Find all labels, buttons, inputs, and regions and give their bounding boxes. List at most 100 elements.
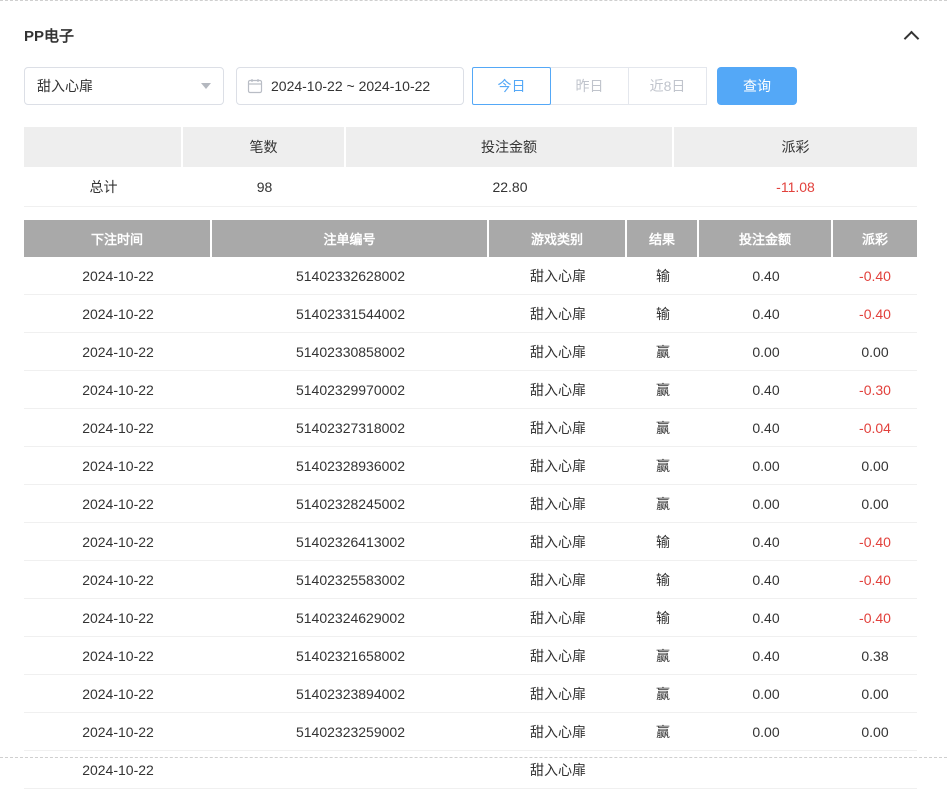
table-row: 2024-10-2251402324629002甜入心扉输0.40-0.40 bbox=[24, 599, 917, 637]
cell-order_id: 51402326413002 bbox=[212, 523, 489, 560]
cell-order_id: 51402325583002 bbox=[212, 561, 489, 598]
table-header-cell: 下注时间 bbox=[24, 220, 212, 257]
query-button[interactable]: 查询 bbox=[717, 67, 797, 105]
cell-payout: -0.40 bbox=[833, 257, 917, 294]
cell-date: 2024-10-22 bbox=[24, 447, 212, 484]
cell-payout: -0.40 bbox=[833, 523, 917, 560]
cell-result: 输 bbox=[627, 599, 699, 636]
top-dashed-divider bbox=[0, 0, 947, 1]
table-row: 2024-10-2251402329970002甜入心扉赢0.40-0.30 bbox=[24, 371, 917, 409]
calendar-icon bbox=[247, 78, 263, 94]
cell-bet: 0.40 bbox=[699, 561, 833, 598]
table-row: 2024-10-2251402328245002甜入心扉赢0.000.00 bbox=[24, 485, 917, 523]
cell-game: 甜入心扉 bbox=[489, 447, 627, 484]
filter-bar: 甜入心扉 2024-10-22 ~ 2024-10-22 今日昨日近8日 查询 bbox=[24, 67, 917, 105]
cell-bet: 0.40 bbox=[699, 409, 833, 446]
summary-payout: -11.08 bbox=[674, 167, 917, 206]
cell-bet: 0.40 bbox=[699, 257, 833, 294]
bets-table: 下注时间注单编号游戏类别结果投注金额派彩 2024-10-22514023326… bbox=[24, 220, 917, 789]
cell-game: 甜入心扉 bbox=[489, 371, 627, 408]
cell-date: 2024-10-22 bbox=[24, 295, 212, 332]
quick-filter-today[interactable]: 今日 bbox=[472, 67, 551, 105]
table-row: 2024-10-2251402328936002甜入心扉赢0.000.00 bbox=[24, 447, 917, 485]
table-header-cell: 派彩 bbox=[833, 220, 917, 257]
quick-filter-last-8-days[interactable]: 近8日 bbox=[628, 67, 707, 105]
table-row: 2024-10-2251402331544002甜入心扉输0.40-0.40 bbox=[24, 295, 917, 333]
report-panel: PP电子 甜入心扉 2024-10-22 ~ 2024-10-22 今日昨日近8… bbox=[0, 0, 947, 789]
bets-table-body: 2024-10-2251402332628002甜入心扉输0.40-0.4020… bbox=[24, 257, 917, 789]
cell-date: 2024-10-22 bbox=[24, 257, 212, 294]
table-header-cell: 游戏类别 bbox=[489, 220, 627, 257]
cell-order_id: 51402323894002 bbox=[212, 675, 489, 712]
cell-payout: 0.00 bbox=[833, 485, 917, 522]
bets-table-header-row: 下注时间注单编号游戏类别结果投注金额派彩 bbox=[24, 220, 917, 257]
table-row: 2024-10-2251402325583002甜入心扉输0.40-0.40 bbox=[24, 561, 917, 599]
cell-game: 甜入心扉 bbox=[489, 713, 627, 750]
panel-title: PP电子 bbox=[24, 25, 74, 46]
cell-bet: 0.00 bbox=[699, 333, 833, 370]
cell-order_id: 51402330858002 bbox=[212, 333, 489, 370]
cell-result: 赢 bbox=[627, 713, 699, 750]
cell-result: 赢 bbox=[627, 447, 699, 484]
panel-header: PP电子 bbox=[24, 0, 917, 46]
summary-header-row: 笔数投注金额派彩 bbox=[24, 127, 917, 167]
cell-order_id: 51402324629002 bbox=[212, 599, 489, 636]
cell-result: 赢 bbox=[627, 371, 699, 408]
cell-game: 甜入心扉 bbox=[489, 675, 627, 712]
cell-bet: 0.40 bbox=[699, 599, 833, 636]
cell-order_id: 51402323259002 bbox=[212, 713, 489, 750]
cell-date: 2024-10-22 bbox=[24, 561, 212, 598]
cell-order_id: 51402321658002 bbox=[212, 637, 489, 674]
cell-payout: 0.00 bbox=[833, 447, 917, 484]
cell-game: 甜入心扉 bbox=[489, 257, 627, 294]
table-row: 2024-10-2251402323894002甜入心扉赢0.000.00 bbox=[24, 675, 917, 713]
cell-payout: -0.40 bbox=[833, 561, 917, 598]
cell-result: 赢 bbox=[627, 675, 699, 712]
table-row: 2024-10-2251402321658002甜入心扉赢0.400.38 bbox=[24, 637, 917, 675]
cell-payout: -0.40 bbox=[833, 295, 917, 332]
cell-result: 输 bbox=[627, 561, 699, 598]
cell-order_id: 51402327318002 bbox=[212, 409, 489, 446]
summary-header-cell: 笔数 bbox=[183, 127, 346, 167]
quick-filter-yesterday[interactable]: 昨日 bbox=[550, 67, 629, 105]
cell-order_id: 51402332628002 bbox=[212, 257, 489, 294]
cell-game: 甜入心扉 bbox=[489, 295, 627, 332]
cell-result: 输 bbox=[627, 523, 699, 560]
cell-game: 甜入心扉 bbox=[489, 333, 627, 370]
cell-payout: -0.30 bbox=[833, 371, 917, 408]
cell-date: 2024-10-22 bbox=[24, 409, 212, 446]
cell-payout: 0.00 bbox=[833, 333, 917, 370]
date-range-value: 2024-10-22 ~ 2024-10-22 bbox=[271, 78, 430, 94]
game-select-value: 甜入心扉 bbox=[37, 76, 93, 96]
chevron-down-icon bbox=[201, 83, 211, 89]
summary-header-cell: 投注金额 bbox=[346, 127, 674, 167]
cell-payout: -0.04 bbox=[833, 409, 917, 446]
table-row: 2024-10-2251402330858002甜入心扉赢0.000.00 bbox=[24, 333, 917, 371]
cell-date: 2024-10-22 bbox=[24, 523, 212, 560]
summary-header-cell bbox=[24, 127, 183, 167]
cell-order_id: 51402331544002 bbox=[212, 295, 489, 332]
cell-game: 甜入心扉 bbox=[489, 523, 627, 560]
collapse-chevron-up-icon[interactable] bbox=[904, 30, 920, 46]
cell-result: 赢 bbox=[627, 637, 699, 674]
cell-bet: 0.40 bbox=[699, 371, 833, 408]
cell-game: 甜入心扉 bbox=[489, 637, 627, 674]
table-row: 2024-10-2251402332628002甜入心扉输0.40-0.40 bbox=[24, 257, 917, 295]
summary-header-cell: 派彩 bbox=[674, 127, 917, 167]
cell-bet: 0.00 bbox=[699, 447, 833, 484]
table-header-cell: 投注金额 bbox=[699, 220, 833, 257]
quick-filter-group: 今日昨日近8日 bbox=[472, 67, 707, 105]
cell-result: 赢 bbox=[627, 485, 699, 522]
cell-payout: 0.00 bbox=[833, 713, 917, 750]
date-range-picker[interactable]: 2024-10-22 ~ 2024-10-22 bbox=[236, 67, 464, 105]
table-row: 2024-10-2251402326413002甜入心扉输0.40-0.40 bbox=[24, 523, 917, 561]
cell-game: 甜入心扉 bbox=[489, 599, 627, 636]
cell-date: 2024-10-22 bbox=[24, 713, 212, 750]
cell-order_id: 51402328936002 bbox=[212, 447, 489, 484]
table-header-cell: 结果 bbox=[627, 220, 699, 257]
cell-order_id: 51402329970002 bbox=[212, 371, 489, 408]
cell-payout: -0.40 bbox=[833, 599, 917, 636]
cell-bet: 0.00 bbox=[699, 675, 833, 712]
game-select[interactable]: 甜入心扉 bbox=[24, 67, 224, 105]
cell-game: 甜入心扉 bbox=[489, 561, 627, 598]
